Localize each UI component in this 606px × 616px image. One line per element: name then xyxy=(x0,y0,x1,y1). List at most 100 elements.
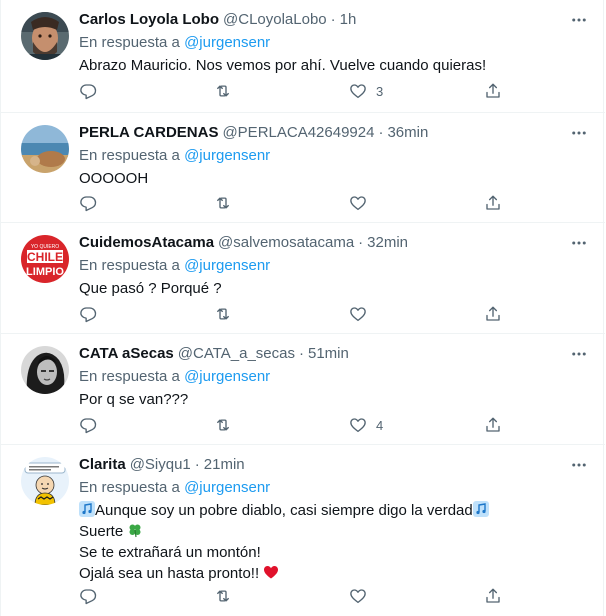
avatar-logo-text: LIMPIO xyxy=(26,266,64,278)
share-button[interactable] xyxy=(484,193,502,213)
replies-feed: Carlos Loyola Lobo @CLoyolaLobo · 1h En … xyxy=(0,0,605,616)
reply-button[interactable] xyxy=(79,415,97,435)
tweet-text: Abrazo Mauricio. Nos vemos por ahí. Vuel… xyxy=(79,57,487,74)
user-avatar[interactable] xyxy=(21,12,69,60)
separator-dot: · xyxy=(330,11,336,28)
like-button[interactable]: 4 xyxy=(349,415,383,435)
reply-icon xyxy=(80,418,97,434)
tweet-header: CATA aSecas @CATA_a_secas · 51min xyxy=(79,344,589,366)
share-icon xyxy=(486,417,500,432)
user-avatar[interactable] xyxy=(21,346,69,394)
timestamp[interactable]: 51min xyxy=(308,344,349,364)
separator-dot: · xyxy=(358,234,364,251)
reply-mention-link[interactable]: @jurgensenr xyxy=(184,34,270,51)
display-name[interactable]: CATA aSecas xyxy=(79,344,174,364)
separator-dot: · xyxy=(298,345,304,362)
retweet-button[interactable] xyxy=(214,415,232,435)
share-button[interactable] xyxy=(484,304,502,324)
tweet[interactable]: YO QUIERO CHILE LIMPIO CuidemosAtacama @… xyxy=(1,223,605,334)
reply-prefix: En respuesta a xyxy=(79,368,180,385)
user-avatar[interactable] xyxy=(21,457,69,505)
retweet-icon xyxy=(217,308,229,320)
like-button[interactable]: 3 xyxy=(349,81,383,101)
timestamp[interactable]: 1h xyxy=(340,10,357,30)
user-avatar[interactable] xyxy=(21,125,69,173)
four-leaf-clover-icon xyxy=(129,524,141,538)
user-handle[interactable]: @CLoyolaLobo xyxy=(223,10,327,30)
retweet-button[interactable] xyxy=(214,586,232,606)
tweet-text: Que pasó ? Porqué ? xyxy=(79,280,222,297)
more-icon[interactable] xyxy=(569,455,589,475)
tweet-header: Carlos Loyola Lobo @CLoyolaLobo · 1h xyxy=(79,10,589,32)
more-icon[interactable] xyxy=(569,123,589,143)
more-icon[interactable] xyxy=(569,344,589,364)
reply-mention-link[interactable]: @jurgensenr xyxy=(184,479,270,496)
timestamp[interactable]: 32min xyxy=(367,233,408,253)
tweet-header: CuidemosAtacama @salvemosatacama · 32min xyxy=(79,233,589,255)
display-name[interactable]: Carlos Loyola Lobo xyxy=(79,10,219,30)
share-button[interactable] xyxy=(484,81,502,101)
share-button[interactable] xyxy=(484,586,502,606)
user-handle[interactable]: @Siyqu1 xyxy=(130,455,191,475)
reply-button[interactable] xyxy=(79,193,97,213)
retweet-icon xyxy=(217,85,229,97)
user-handle[interactable]: @PERLACA42649924 xyxy=(222,123,374,143)
tweet-text-content: Suerte xyxy=(79,523,124,540)
share-icon xyxy=(486,195,500,210)
reply-button[interactable] xyxy=(79,81,97,101)
tweet-text-line: Suerte xyxy=(79,521,589,542)
timestamp[interactable]: 36min xyxy=(387,123,428,143)
share-icon xyxy=(486,588,500,603)
tweet-text-line: Se te extrañará un montón! xyxy=(79,544,261,561)
share-button[interactable] xyxy=(484,415,502,435)
reply-context: En respuesta a @jurgensenr xyxy=(79,478,589,498)
display-name[interactable]: Clarita xyxy=(79,455,126,475)
tweet-text-line: Aunque soy un pobre diablo, casi siempre… xyxy=(79,500,589,521)
display-name[interactable]: PERLA CARDENAS xyxy=(79,123,218,143)
retweet-button[interactable] xyxy=(214,193,232,213)
tweet-text: Aunque soy un pobre diablo, casi siempre… xyxy=(79,500,589,584)
like-count: 4 xyxy=(376,417,384,433)
tweet[interactable]: PERLA CARDENAS @PERLACA42649924 · 36min … xyxy=(1,113,605,223)
reply-button[interactable] xyxy=(79,586,97,606)
tweet[interactable]: Clarita @Siyqu1 · 21min En respuesta a @… xyxy=(1,445,605,616)
like-icon xyxy=(350,307,366,322)
tweet-body: PERLA CARDENAS @PERLACA42649924 · 36min … xyxy=(79,123,589,189)
tweet-text: Por q se van??? xyxy=(79,391,189,408)
reply-prefix: En respuesta a xyxy=(79,479,180,496)
user-avatar[interactable]: YO QUIERO CHILE LIMPIO xyxy=(21,235,69,283)
tweet-text-content: Aunque soy un pobre diablo, casi siempre… xyxy=(95,502,473,519)
retweet-icon xyxy=(217,590,229,602)
more-icon[interactable] xyxy=(569,233,589,253)
tweet[interactable]: CATA aSecas @CATA_a_secas · 51min En res… xyxy=(1,334,605,445)
reply-button[interactable] xyxy=(79,304,97,324)
like-icon xyxy=(350,196,366,211)
chile-limpio-logo-avatar: YO QUIERO CHILE LIMPIO xyxy=(21,235,69,283)
reply-prefix: En respuesta a xyxy=(79,147,180,164)
user-handle[interactable]: @CATA_a_secas xyxy=(178,344,295,364)
like-count: 3 xyxy=(376,83,384,99)
retweet-button[interactable] xyxy=(214,81,232,101)
user-handle[interactable]: @salvemosatacama xyxy=(218,233,354,253)
tweet-text: OOOOOH xyxy=(79,170,149,187)
reply-prefix: En respuesta a xyxy=(79,257,180,274)
more-icon[interactable] xyxy=(569,10,589,30)
reply-mention-link[interactable]: @jurgensenr xyxy=(184,257,270,274)
tweet-header: Clarita @Siyqu1 · 21min xyxy=(79,455,589,477)
reply-context: En respuesta a @jurgensenr xyxy=(79,367,589,387)
reply-prefix: En respuesta a xyxy=(79,34,180,51)
like-button[interactable] xyxy=(349,304,376,324)
reply-mention-link[interactable]: @jurgensenr xyxy=(184,368,270,385)
like-button[interactable] xyxy=(349,193,376,213)
retweet-button[interactable] xyxy=(214,304,232,324)
tweet-text-content: Ojalá sea un hasta pronto!! xyxy=(79,565,260,582)
like-icon xyxy=(350,418,366,433)
like-icon xyxy=(350,589,366,604)
timestamp[interactable]: 21min xyxy=(204,455,245,475)
tweet[interactable]: Carlos Loyola Lobo @CLoyolaLobo · 1h En … xyxy=(1,0,605,113)
reply-mention-link[interactable]: @jurgensenr xyxy=(184,147,270,164)
cartoon-charlie-brown-avatar xyxy=(21,457,69,505)
like-button[interactable] xyxy=(349,586,376,606)
display-name[interactable]: CuidemosAtacama xyxy=(79,233,214,253)
retweet-icon xyxy=(217,197,229,209)
